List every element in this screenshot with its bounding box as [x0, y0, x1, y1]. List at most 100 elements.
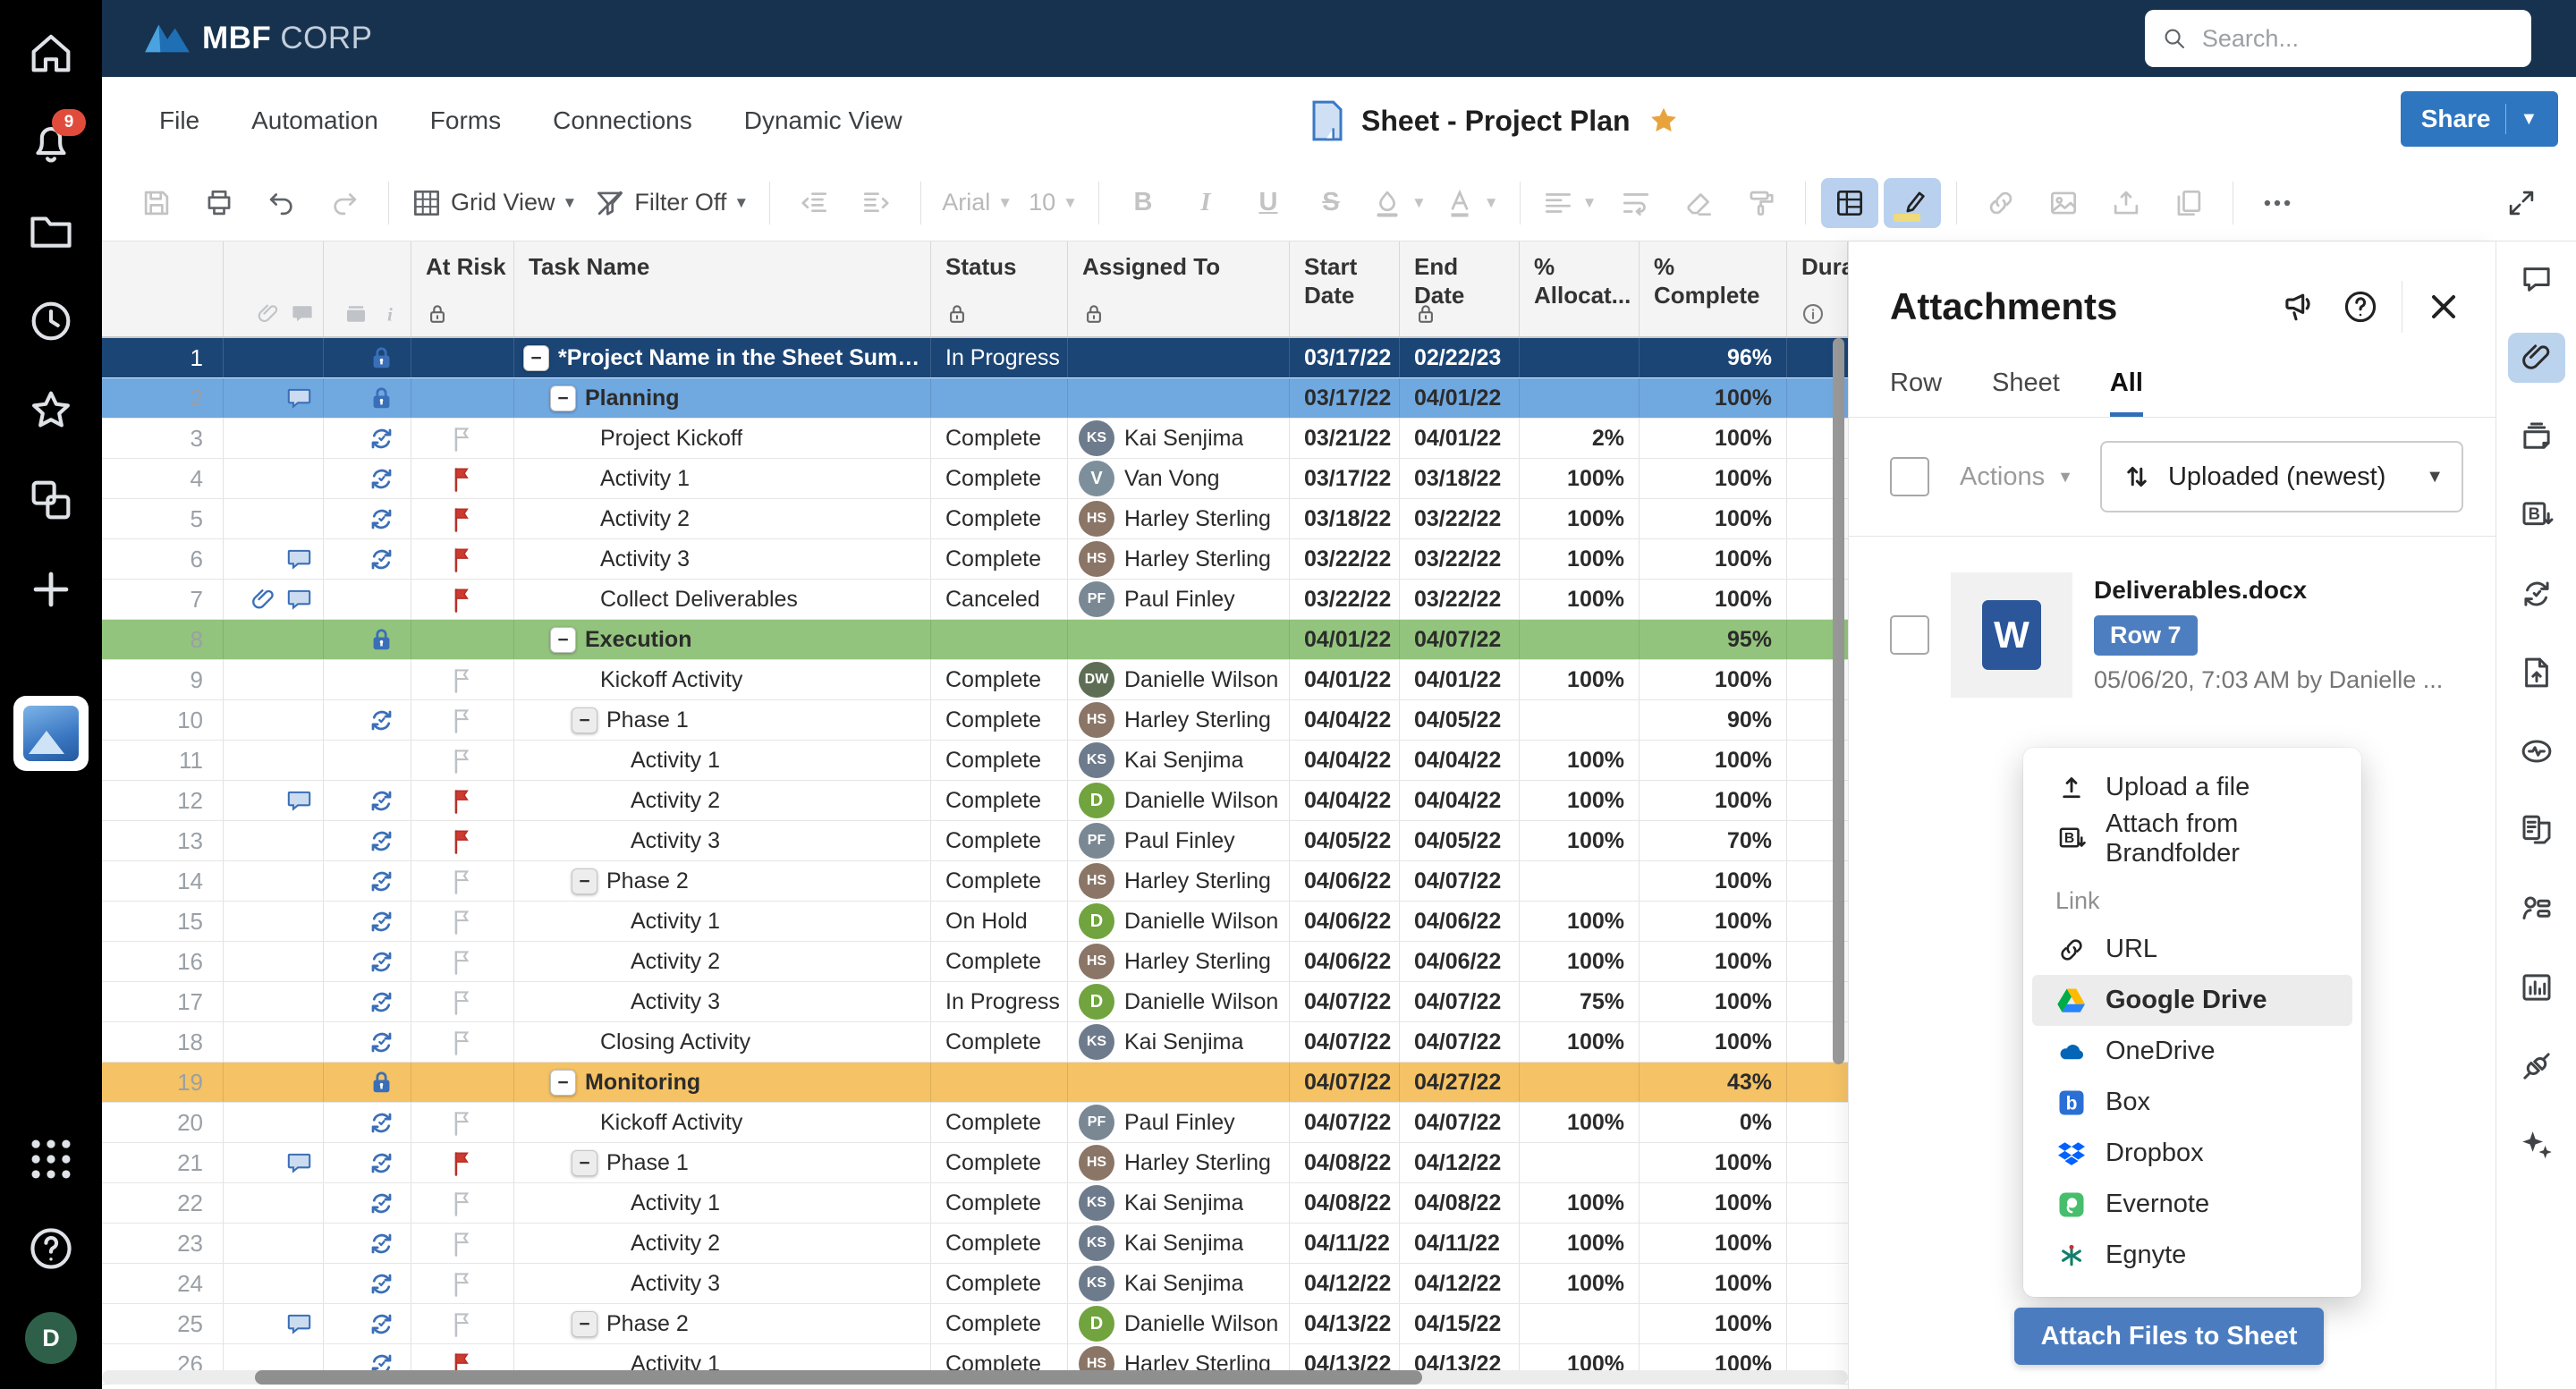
cell-status[interactable] — [931, 620, 1068, 659]
tool-textcolor[interactable]: ▼ — [1437, 178, 1504, 228]
cell-start-date[interactable]: 04/07/22 — [1290, 982, 1400, 1021]
cell-task-name[interactable]: Activity 1 — [514, 1183, 931, 1223]
cell-end-date[interactable]: 04/01/22 — [1400, 419, 1520, 458]
cell-status[interactable]: Complete — [931, 1304, 1068, 1343]
column-header-task[interactable]: Task Name — [514, 241, 931, 336]
row-number[interactable]: 17 — [102, 982, 224, 1021]
tool-funnel[interactable]: Filter Off▼ — [588, 178, 754, 228]
cell-percent-complete[interactable]: 100% — [1640, 378, 1787, 418]
cell-assigned-to[interactable]: KSKai Senjima — [1068, 1183, 1290, 1223]
cell-end-date[interactable]: 04/04/22 — [1400, 741, 1520, 780]
cell-assigned-to[interactable] — [1068, 1063, 1290, 1102]
tool-redo[interactable] — [316, 178, 373, 228]
cell-status[interactable]: Complete — [931, 1264, 1068, 1303]
cell-percent-complete[interactable]: 100% — [1640, 1304, 1787, 1343]
cell-duration[interactable] — [1787, 1103, 1848, 1142]
cell-task-name[interactable]: −*Project Name in the Sheet Summary* — [514, 338, 931, 377]
cell-assigned-to[interactable]: KSKai Senjima — [1068, 741, 1290, 780]
attachment-thumbnail[interactable]: W — [1951, 572, 2072, 698]
cell-status[interactable] — [931, 378, 1068, 418]
cell-percent-allocated[interactable]: 100% — [1520, 459, 1640, 498]
vertical-scrollbar[interactable] — [1833, 338, 1844, 1064]
cell-end-date[interactable]: 04/01/22 — [1400, 378, 1520, 418]
rail-comments-button[interactable] — [2508, 254, 2565, 304]
cell-start-date[interactable]: 04/04/22 — [1290, 781, 1400, 820]
cell-status[interactable]: Complete — [931, 781, 1068, 820]
cell-status[interactable]: Complete — [931, 660, 1068, 699]
cell-at-risk[interactable] — [411, 1183, 514, 1223]
header-indicator-a[interactable] — [224, 241, 324, 336]
cell-duration[interactable] — [1787, 1224, 1848, 1263]
cell-status[interactable]: Complete — [931, 459, 1068, 498]
cell-at-risk[interactable] — [411, 338, 514, 377]
row-indicators-a[interactable] — [224, 781, 324, 820]
cell-status[interactable]: Complete — [931, 1224, 1068, 1263]
cell-at-risk[interactable] — [411, 1103, 514, 1142]
menu-item-url[interactable]: URL — [2032, 924, 2352, 975]
tool-b[interactable]: B — [1114, 178, 1172, 228]
cell-end-date[interactable]: 03/22/22 — [1400, 580, 1520, 619]
row-indicators-a[interactable] — [224, 741, 324, 780]
cell-percent-complete[interactable]: 100% — [1640, 539, 1787, 579]
row-indicators-b[interactable] — [324, 620, 411, 659]
sidebar-apps-button[interactable] — [25, 1133, 77, 1185]
cell-at-risk[interactable] — [411, 982, 514, 1021]
cell-percent-complete[interactable]: 90% — [1640, 700, 1787, 740]
user-avatar[interactable]: D — [25, 1312, 77, 1364]
share-button[interactable]: Share ▼ — [2401, 91, 2558, 147]
column-header-asg[interactable]: Assigned To — [1068, 241, 1290, 336]
tool-image[interactable] — [2035, 178, 2092, 228]
cell-at-risk[interactable] — [411, 902, 514, 941]
cell-percent-complete[interactable]: 95% — [1640, 620, 1787, 659]
cell-percent-complete[interactable]: 100% — [1640, 902, 1787, 941]
rail-publish-button[interactable] — [2508, 648, 2565, 698]
cell-end-date[interactable]: 04/11/22 — [1400, 1224, 1520, 1263]
row-indicators-a[interactable] — [224, 580, 324, 619]
cell-end-date[interactable]: 04/05/22 — [1400, 821, 1520, 860]
cell-assigned-to[interactable]: KSKai Senjima — [1068, 1022, 1290, 1062]
cell-start-date[interactable]: 03/17/22 — [1290, 338, 1400, 377]
cell-status[interactable]: In Progress — [931, 338, 1068, 377]
cell-start-date[interactable]: 04/11/22 — [1290, 1224, 1400, 1263]
cell-percent-allocated[interactable]: 100% — [1520, 539, 1640, 579]
menu-item-box[interactable]: bBox — [2032, 1077, 2352, 1128]
row-indicators-a[interactable] — [224, 1063, 324, 1102]
cell-status[interactable]: Complete — [931, 539, 1068, 579]
tool-uploadtray[interactable] — [2097, 178, 2155, 228]
menu-item-dropbox[interactable]: Dropbox — [2032, 1128, 2352, 1179]
row-indicators-b[interactable] — [324, 1264, 411, 1303]
cell-percent-allocated[interactable] — [1520, 378, 1640, 418]
cell-assigned-to[interactable]: HSHarley Sterling — [1068, 1143, 1290, 1182]
tool-eraser[interactable] — [1670, 178, 1727, 228]
column-header-alloc[interactable]: % Allocat... — [1520, 241, 1640, 336]
row-indicators-b[interactable] — [324, 861, 411, 901]
cell-at-risk[interactable] — [411, 1063, 514, 1102]
close-icon[interactable] — [2424, 287, 2463, 326]
collapse-toggle[interactable]: − — [572, 707, 597, 733]
row-indicators-b[interactable] — [324, 338, 411, 377]
row-number[interactable]: 2 — [102, 378, 224, 418]
rail-sheet-summary-button[interactable] — [2508, 962, 2565, 1012]
row-indicators-a[interactable] — [224, 1143, 324, 1182]
cell-assigned-to[interactable]: KSKai Senjima — [1068, 419, 1290, 458]
column-header-risk[interactable]: At Risk — [411, 241, 514, 336]
tool-gridview[interactable]: Grid View▼ — [404, 178, 582, 228]
cell-end-date[interactable]: 04/01/22 — [1400, 660, 1520, 699]
cell-task-name[interactable]: Activity 3 — [514, 982, 931, 1021]
row-number[interactable]: 13 — [102, 821, 224, 860]
row-indicators-a[interactable] — [224, 1224, 324, 1263]
tool-link[interactable] — [1972, 178, 2029, 228]
tool-expand[interactable] — [2493, 178, 2550, 228]
tool-undo[interactable] — [253, 178, 310, 228]
row-indicators-a[interactable] — [224, 821, 324, 860]
row-indicators-b[interactable] — [324, 821, 411, 860]
cell-at-risk[interactable] — [411, 942, 514, 981]
row-indicators-b[interactable] — [324, 700, 411, 740]
row-number[interactable]: 25 — [102, 1304, 224, 1343]
row-indicators-a[interactable] — [224, 1103, 324, 1142]
row-number[interactable]: 8 — [102, 620, 224, 659]
row-number[interactable]: 6 — [102, 539, 224, 579]
cell-at-risk[interactable] — [411, 580, 514, 619]
cell-percent-allocated[interactable] — [1520, 1304, 1640, 1343]
cell-start-date[interactable]: 04/01/22 — [1290, 620, 1400, 659]
